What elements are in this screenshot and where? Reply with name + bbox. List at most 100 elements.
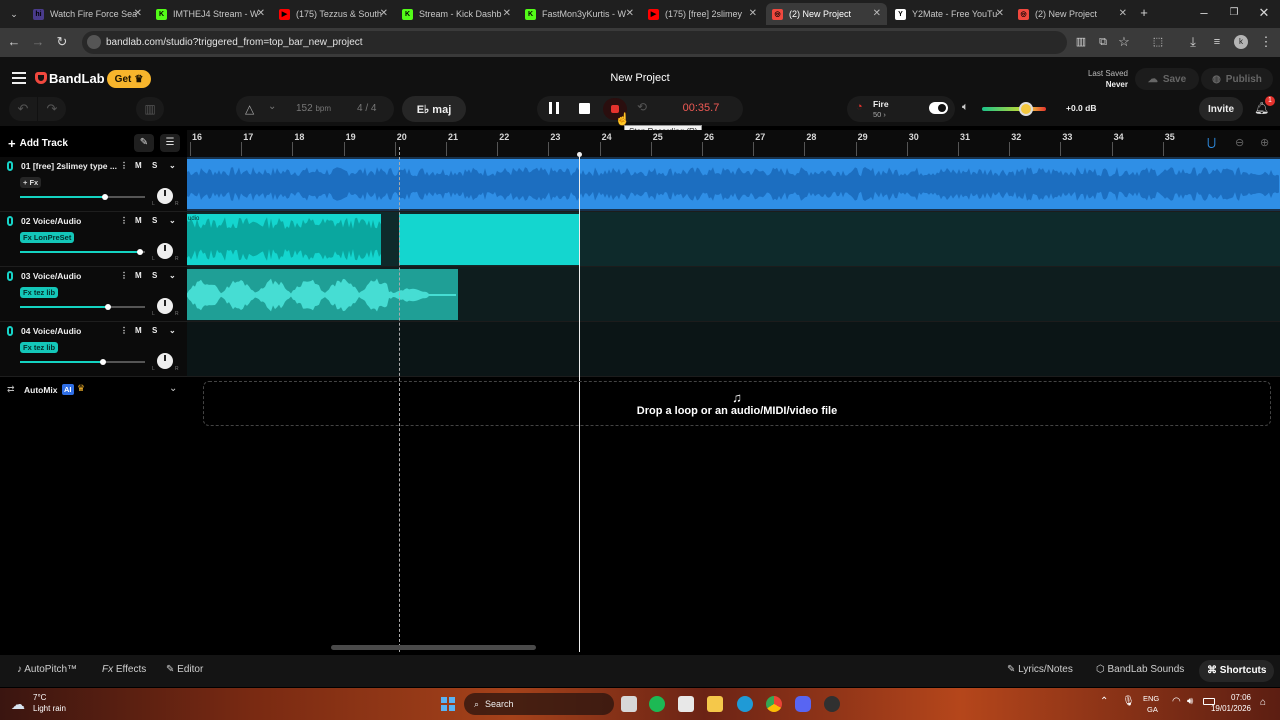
volume-knob[interactable]	[102, 194, 108, 200]
track-lanes[interactable]: udio	[187, 157, 1280, 377]
solo-button[interactable]: S	[152, 271, 157, 280]
microphone-icon[interactable]	[7, 161, 13, 171]
site-info-icon[interactable]	[87, 35, 101, 49]
master-volume-slider[interactable]	[982, 102, 1046, 116]
automix-row[interactable]: ⇄ AutoMix AI ♛ ⌄	[0, 379, 187, 401]
add-track-button[interactable]: + Add Track	[8, 135, 82, 151]
notification-center-icon[interactable]: ⌂	[1260, 697, 1266, 708]
pan-knob[interactable]	[157, 243, 173, 259]
solo-button[interactable]: S	[152, 161, 157, 170]
key-selector[interactable]: E♭ maj	[402, 96, 466, 122]
tray-chevron-icon[interactable]: ⌃	[1100, 696, 1108, 707]
solo-button[interactable]: S	[152, 216, 157, 225]
preset-value[interactable]: 50 ›	[873, 110, 886, 119]
wifi-icon[interactable]: ◠	[1172, 696, 1181, 707]
track-options-icon[interactable]: ⋮	[120, 271, 128, 280]
weather-condition[interactable]: Light rain	[33, 704, 66, 713]
windows-start-icon[interactable]	[441, 697, 455, 711]
bandlab-sounds-button[interactable]: ⬡ BandLab Sounds	[1096, 664, 1184, 675]
clock-time[interactable]: 07:06	[1200, 693, 1251, 702]
master-volume-knob[interactable]	[1018, 102, 1033, 116]
effects-badge[interactable]: Fx tez lib	[20, 342, 59, 353]
file-explorer-icon[interactable]	[707, 696, 723, 712]
volume-knob[interactable]	[99, 359, 106, 365]
effects-badge[interactable]: Fx LonPreSet	[20, 232, 75, 243]
publish-button[interactable]: ◍ Publish	[1201, 68, 1273, 90]
back-arrow-icon[interactable]: ←	[6, 34, 22, 50]
track-lane-4[interactable]	[187, 322, 1280, 377]
horizontal-scrollbar[interactable]	[331, 645, 536, 650]
track-lane-1[interactable]	[187, 157, 1280, 212]
tab-close-icon[interactable]: ✕	[134, 8, 142, 19]
preset-name[interactable]: Fire	[873, 99, 889, 109]
autopitch-button[interactable]: ♪ AutoPitch™	[17, 664, 77, 675]
mute-button[interactable]: M	[135, 161, 142, 170]
track-lane-3[interactable]	[187, 267, 1280, 322]
get-membership-button[interactable]: Get ♛	[107, 70, 151, 88]
pan-knob[interactable]	[157, 353, 173, 369]
browser-tab[interactable]: ▶ (175) [free] 2slimey ✕	[642, 3, 763, 25]
mute-speaker-icon[interactable]: 🔈︎	[962, 101, 969, 114]
track-2-clips[interactable]: udio	[187, 212, 1280, 266]
browser-tab[interactable]: K FastMon3yKurtis - W ✕	[519, 3, 640, 25]
snap-magnet-icon[interactable]: ⋃	[1207, 136, 1216, 149]
track-volume-slider[interactable]	[20, 304, 145, 310]
metronome-dropdown-icon[interactable]: ⌄	[268, 101, 276, 112]
hamburger-menu-icon[interactable]	[12, 72, 26, 84]
pan-knob[interactable]	[157, 188, 173, 204]
metronome-icon[interactable]: △	[245, 102, 254, 116]
pan-knob[interactable]	[157, 298, 173, 314]
playhead-handle[interactable]	[577, 152, 582, 157]
language-primary[interactable]: ENG	[1143, 694, 1159, 703]
track-name[interactable]: 04 Voice/Audio	[21, 326, 81, 336]
microphone-tray-icon[interactable]: 🎙︎	[1122, 696, 1135, 707]
effects-badge[interactable]: + Fx	[20, 177, 42, 188]
save-button[interactable]: ☁ Save	[1135, 68, 1199, 90]
microphone-icon[interactable]	[7, 271, 13, 281]
new-tab-icon[interactable]: +	[1136, 5, 1152, 21]
tab-close-icon[interactable]: ✕	[257, 8, 265, 19]
zoom-out-icon[interactable]: ⊖	[1235, 136, 1244, 149]
browser-tab[interactable]: K Stream - Kick Dashb ✕	[396, 3, 517, 25]
track-header[interactable]: 02 Voice/Audio ⋮ M S ⌄ Fx LonPreSet L R	[0, 212, 187, 267]
browser-tab[interactable]: ▶ (175) Tezzus & South ✕	[273, 3, 394, 25]
shortcuts-button[interactable]: ⌘ Shortcuts	[1199, 660, 1275, 682]
extensions-icon[interactable]: ⬚	[1150, 34, 1166, 50]
keyboard-instrument-button[interactable]: ▥	[136, 97, 164, 121]
browser-tab[interactable]: hi Watch Fire Force Sea ✕	[27, 3, 148, 25]
track-1-clip[interactable]	[187, 157, 1280, 211]
reload-icon[interactable]: ↻	[54, 34, 70, 50]
volume-tray-icon[interactable]: 🔊︎	[1187, 696, 1193, 707]
profile-avatar[interactable]: k	[1234, 35, 1248, 49]
track-settings-icon[interactable]: ☰	[160, 134, 180, 152]
project-title[interactable]: New Project	[540, 72, 740, 84]
redo-button[interactable]: ↷	[38, 97, 66, 121]
chrome-browser-icon[interactable]	[766, 696, 782, 712]
screencast-icon[interactable]: ⧉	[1095, 34, 1111, 50]
solo-button[interactable]: S	[152, 326, 157, 335]
preset-toggle[interactable]	[929, 102, 948, 114]
reading-mode-icon[interactable]: ▥	[1073, 34, 1089, 50]
media-control-icon[interactable]: ≡	[1209, 34, 1225, 50]
microphone-icon[interactable]	[7, 326, 13, 336]
lyrics-notes-button[interactable]: ✎ Lyrics/Notes	[1007, 664, 1073, 675]
bpm-field[interactable]: 152 bpm	[296, 103, 331, 114]
chevron-down-icon[interactable]: ⌄	[169, 161, 176, 170]
chevron-down-icon[interactable]: ⌄	[169, 271, 176, 280]
track-volume-slider[interactable]	[20, 249, 145, 255]
obs-icon[interactable]	[824, 696, 840, 712]
effects-button[interactable]: Fx Effects	[102, 664, 146, 675]
track-name[interactable]: 01 [free] 2slimey type ...	[21, 161, 117, 171]
stop-button[interactable]	[579, 103, 590, 114]
pause-button[interactable]	[549, 102, 559, 114]
browser-tab[interactable]: ◎ (2) New Project ✕	[1012, 3, 1133, 25]
track-volume-slider[interactable]	[20, 194, 145, 200]
tab-close-icon[interactable]: ✕	[749, 8, 757, 19]
close-window-icon[interactable]: ✕	[1256, 5, 1272, 21]
drop-zone[interactable]: ♫ Drop a loop or an audio/MIDI/video fil…	[203, 381, 1271, 426]
minimize-window-icon[interactable]: –	[1196, 5, 1212, 21]
tab-close-icon[interactable]: ✕	[873, 8, 881, 19]
chevron-down-icon[interactable]: ⌄	[169, 383, 177, 394]
mute-button[interactable]: M	[135, 326, 142, 335]
microphone-icon[interactable]	[7, 216, 13, 226]
